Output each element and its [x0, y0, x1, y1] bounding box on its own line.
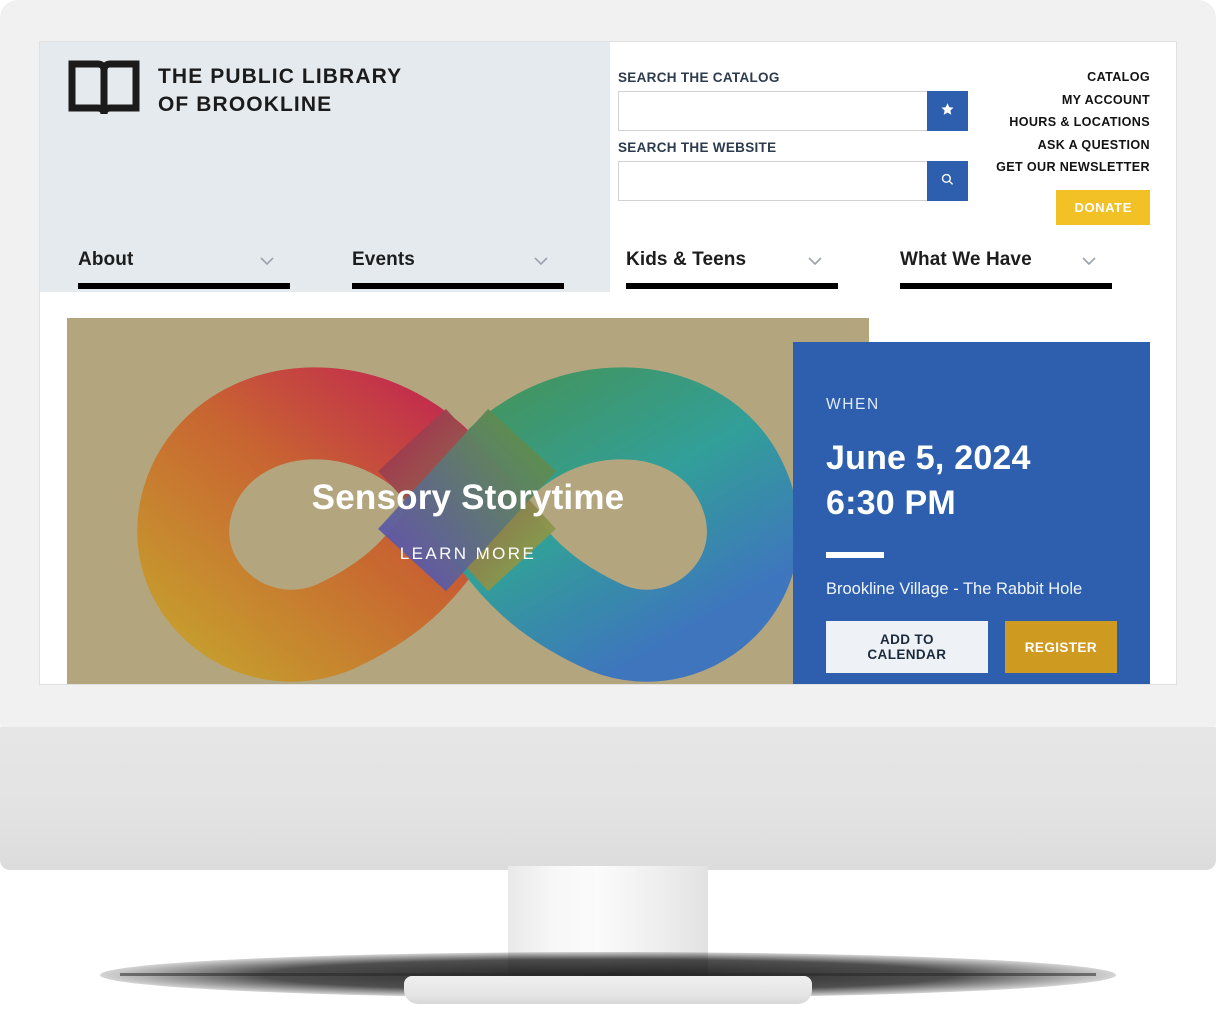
main-navigation: About Events Kids & Teens What We Have [40, 247, 1176, 309]
site-logo[interactable]: THE PUBLIC LIBRARY OF BROOKLINE [68, 60, 402, 122]
event-location: Brookline Village - The Rabbit Hole [826, 580, 1083, 598]
search-zone: SEARCH THE CATALOG SEARCH THE WEBSITE [618, 70, 968, 210]
utility-nav: CATALOG MY ACCOUNT HOURS & LOCATIONS ASK… [996, 66, 1150, 225]
event-actions: ADD TO CALENDAR REGISTER [826, 621, 1117, 673]
nav-item-what-we-have[interactable]: What We Have [862, 247, 1136, 309]
nav-label-kids-teens: Kids & Teens [626, 249, 747, 270]
site-logo-text: THE PUBLIC LIBRARY OF BROOKLINE [158, 63, 402, 119]
monitor-mockup: THE PUBLIC LIBRARY OF BROOKLINE SEARCH T… [0, 0, 1216, 1012]
website-search-label: SEARCH THE WEBSITE [618, 140, 777, 155]
website-search-row [618, 161, 968, 201]
monitor-stand-base [404, 976, 812, 1004]
screen-viewport: THE PUBLIC LIBRARY OF BROOKLINE SEARCH T… [40, 42, 1176, 684]
nav-label-what-we-have: What We Have [900, 249, 1032, 270]
donate-button[interactable]: DONATE [1056, 189, 1150, 225]
event-time: 6:30 PM [826, 484, 956, 522]
website-search-button[interactable] [927, 161, 968, 201]
logo-line-1: THE PUBLIC LIBRARY [158, 65, 403, 88]
open-book-icon [68, 60, 140, 122]
monitor-chin [0, 727, 1216, 870]
utility-link-ask-a-question[interactable]: ASK A QUESTION [1038, 134, 1150, 157]
event-details-panel: WHEN June 5, 2024 6:30 PM Brookline Vill… [793, 342, 1150, 684]
event-when-label: WHEN [826, 396, 880, 413]
event-date: June 5, 2024 [826, 439, 1031, 477]
chevron-down-icon [808, 253, 822, 266]
catalog-search-button[interactable] [927, 91, 968, 131]
search-icon [940, 172, 955, 190]
hero-title: Sensory Storytime [311, 478, 625, 517]
nav-label-events: Events [352, 249, 415, 270]
chevron-down-icon [1082, 253, 1096, 266]
nav-item-about[interactable]: About [40, 247, 314, 309]
catalog-search-label: SEARCH THE CATALOG [618, 70, 780, 85]
hero-copy: Sensory Storytime LEARN MORE [67, 478, 869, 564]
star-icon [940, 102, 955, 120]
add-to-calendar-button[interactable]: ADD TO CALENDAR [826, 621, 988, 673]
chevron-down-icon [534, 253, 548, 266]
nav-underline-what-we-have [900, 283, 1112, 289]
nav-underline-kids-teens [626, 283, 838, 289]
register-button[interactable]: REGISTER [1004, 621, 1117, 673]
website-search-input[interactable] [618, 161, 927, 201]
logo-line-2: OF BROOKLINE [158, 93, 333, 116]
nav-item-events[interactable]: Events [314, 247, 588, 309]
utility-link-newsletter[interactable]: GET OUR NEWSLETTER [996, 156, 1150, 179]
nav-label-about: About [78, 249, 134, 270]
nav-underline-about [78, 283, 290, 289]
event-divider [826, 552, 884, 558]
catalog-search-row [618, 91, 968, 131]
utility-link-catalog[interactable]: CATALOG [1087, 66, 1150, 89]
hero-learn-more-link[interactable]: LEARN MORE [67, 544, 869, 564]
utility-link-my-account[interactable]: MY ACCOUNT [1062, 89, 1150, 112]
chevron-down-icon [260, 253, 274, 266]
nav-item-kids-teens[interactable]: Kids & Teens [588, 247, 862, 309]
nav-underline-events [352, 283, 564, 289]
utility-link-hours-locations[interactable]: HOURS & LOCATIONS [1009, 111, 1150, 134]
catalog-search-input[interactable] [618, 91, 927, 131]
hero-banner[interactable]: Sensory Storytime LEARN MORE [67, 318, 869, 684]
